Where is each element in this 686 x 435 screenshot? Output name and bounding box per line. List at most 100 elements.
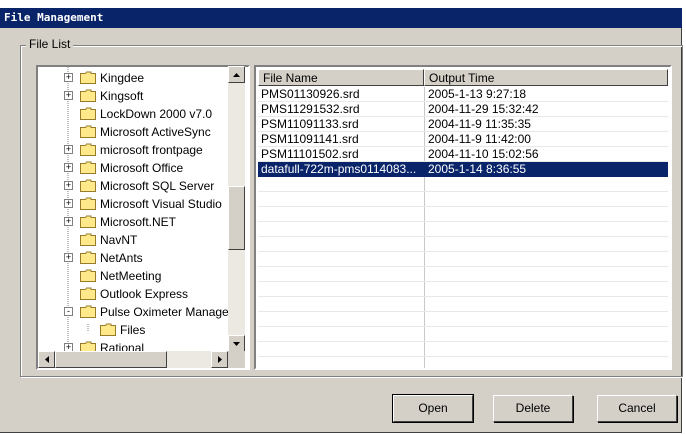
tree-item-label: Kingdee xyxy=(100,71,145,85)
file-list-view[interactable]: File Name Output Time PMS01130926.srd 200… xyxy=(254,65,672,370)
scroll-left-button[interactable] xyxy=(38,351,55,368)
tree-item[interactable]: Outlook Express xyxy=(38,285,248,303)
expand-icon[interactable]: + xyxy=(64,145,73,154)
tree-item[interactable]: + Microsoft SQL Server xyxy=(38,177,248,195)
file-list-group-label: File List xyxy=(26,37,74,51)
tree-item[interactable]: + microsoft frontpage xyxy=(38,141,248,159)
cancel-button[interactable]: Cancel xyxy=(597,395,677,422)
folder-icon xyxy=(80,215,96,228)
table-row[interactable]: PSM11091133.srd 2004-11-9 11:35:35 xyxy=(258,117,668,132)
grid-line xyxy=(258,281,668,282)
cell-file-name: datafull-722m-pms0114083... xyxy=(261,162,417,176)
tree-item-label: Outlook Express xyxy=(100,287,189,301)
table-row[interactable]: PSM11091141.srd 2004-11-9 11:42:00 xyxy=(258,132,668,147)
tree-item-label: LockDown 2000 v7.0 xyxy=(100,107,213,121)
expand-icon[interactable]: + xyxy=(64,199,73,208)
scroll-right-button[interactable] xyxy=(211,351,228,368)
tree-item-label: NetAnts xyxy=(100,251,143,265)
grid-line xyxy=(258,221,668,222)
tree-item[interactable]: NavNT xyxy=(38,231,248,249)
table-row[interactable]: PMS11291532.srd 2004-11-29 15:32:42 xyxy=(258,102,668,117)
cell-file-name: PSM11091133.srd xyxy=(261,117,359,131)
grid-line xyxy=(258,236,668,237)
grid-line xyxy=(258,326,668,327)
tree-item-label: NetMeeting xyxy=(100,269,162,283)
tree-vertical-scrollbar[interactable] xyxy=(228,66,245,352)
tree-item-label: Microsoft ActiveSync xyxy=(100,125,211,139)
grid-line xyxy=(258,266,668,267)
folder-icon xyxy=(80,125,96,138)
arrow-up-icon xyxy=(233,72,240,77)
cell-output-time: 2004-11-9 11:35:35 xyxy=(428,117,531,131)
table-row[interactable]: PMS01130926.srd 2005-1-13 9:27:18 xyxy=(258,87,668,102)
tree-item[interactable]: + Microsoft.NET xyxy=(38,213,248,231)
cell-file-name: PMS01130926.srd xyxy=(261,87,360,101)
grid-line xyxy=(258,191,668,192)
collapse-icon[interactable]: - xyxy=(64,307,73,316)
scrollbar-corner xyxy=(228,351,245,368)
tree-item[interactable]: Microsoft ActiveSync xyxy=(38,123,248,141)
tree-item[interactable]: + Microsoft Visual Studio xyxy=(38,195,248,213)
scroll-up-button[interactable] xyxy=(228,66,245,83)
cell-file-name: PSM11091141.srd xyxy=(261,132,359,146)
tree-item[interactable]: + NetAnts xyxy=(38,249,248,267)
expand-icon[interactable]: + xyxy=(64,91,73,100)
tree-item-label: microsoft frontpage xyxy=(100,143,203,157)
folder-icon xyxy=(80,233,96,246)
grid-line xyxy=(258,206,668,207)
tree-item[interactable]: + Kingsoft xyxy=(38,87,248,105)
tree-item-label: Kingsoft xyxy=(100,89,144,103)
scroll-down-button[interactable] xyxy=(228,335,245,352)
arrow-left-icon xyxy=(44,356,49,363)
delete-button[interactable]: Delete xyxy=(493,395,573,422)
folder-tree[interactable]: + Kingdee + Kingsoft LockDown 2000 v7.0 Micro… xyxy=(36,65,250,370)
folder-icon xyxy=(80,269,96,282)
window-title: File Management xyxy=(4,11,104,24)
cell-output-time: 2005-1-13 9:27:18 xyxy=(428,87,527,101)
cell-output-time: 2005-1-14 8:36:55 xyxy=(428,162,527,176)
tree-item-label: Microsoft SQL Server xyxy=(100,179,215,193)
tree-item-label: Pulse Oximeter Manager xyxy=(100,305,233,319)
table-row[interactable]: datafull-722m-pms0114083... 2005-1-14 8:3… xyxy=(258,162,668,177)
vertical-scroll-thumb[interactable] xyxy=(228,186,245,250)
folder-icon xyxy=(80,179,96,192)
open-folder-icon xyxy=(100,323,116,336)
tree-item[interactable]: NetMeeting xyxy=(38,267,248,285)
grid-line xyxy=(258,311,668,312)
expand-icon[interactable]: + xyxy=(64,163,73,172)
table-row[interactable]: PSM11101502.srd 2004-11-10 15:02:56 xyxy=(258,147,668,162)
folder-icon xyxy=(80,287,96,300)
open-button[interactable]: Open xyxy=(392,394,474,423)
expand-icon[interactable]: + xyxy=(64,217,73,226)
tree-item-label: Files xyxy=(120,323,146,337)
cell-file-name: PMS11291532.srd xyxy=(261,102,360,116)
cell-file-name: PSM11101502.srd xyxy=(261,147,359,161)
tree-item[interactable]: Files xyxy=(38,321,248,339)
cell-output-time: 2004-11-10 15:02:56 xyxy=(428,147,539,161)
horizontal-scroll-thumb[interactable] xyxy=(55,351,167,368)
tree-item[interactable]: + Microsoft Office xyxy=(38,159,248,177)
grid-line xyxy=(258,341,668,342)
column-header-output-time[interactable]: Output Time xyxy=(424,69,668,86)
folder-icon xyxy=(80,251,96,264)
expand-icon[interactable]: + xyxy=(64,181,73,190)
column-header-file-name[interactable]: File Name xyxy=(258,69,424,86)
tree-horizontal-scrollbar[interactable] xyxy=(38,351,228,368)
folder-icon xyxy=(80,305,96,318)
folder-icon xyxy=(80,143,96,156)
arrow-down-icon xyxy=(233,341,240,346)
tree-item[interactable]: - Pulse Oximeter Manager xyxy=(38,303,248,321)
cell-output-time: 2004-11-9 11:42:00 xyxy=(428,132,531,146)
expand-icon[interactable]: + xyxy=(64,73,73,82)
folder-icon xyxy=(80,107,96,120)
arrow-right-icon xyxy=(217,356,222,363)
tree-item-label: Microsoft Office xyxy=(100,161,184,175)
tree-item[interactable]: LockDown 2000 v7.0 xyxy=(38,105,248,123)
tree-item-label: NavNT xyxy=(100,233,138,247)
cell-output-time: 2004-11-29 15:32:42 xyxy=(428,102,539,116)
title-bar[interactable]: File Management xyxy=(0,8,682,28)
expand-icon[interactable]: + xyxy=(64,253,73,262)
tree-item[interactable]: + Kingdee xyxy=(38,69,248,87)
grid-line xyxy=(258,251,668,252)
tree-item-label: Microsoft Visual Studio xyxy=(100,197,222,211)
